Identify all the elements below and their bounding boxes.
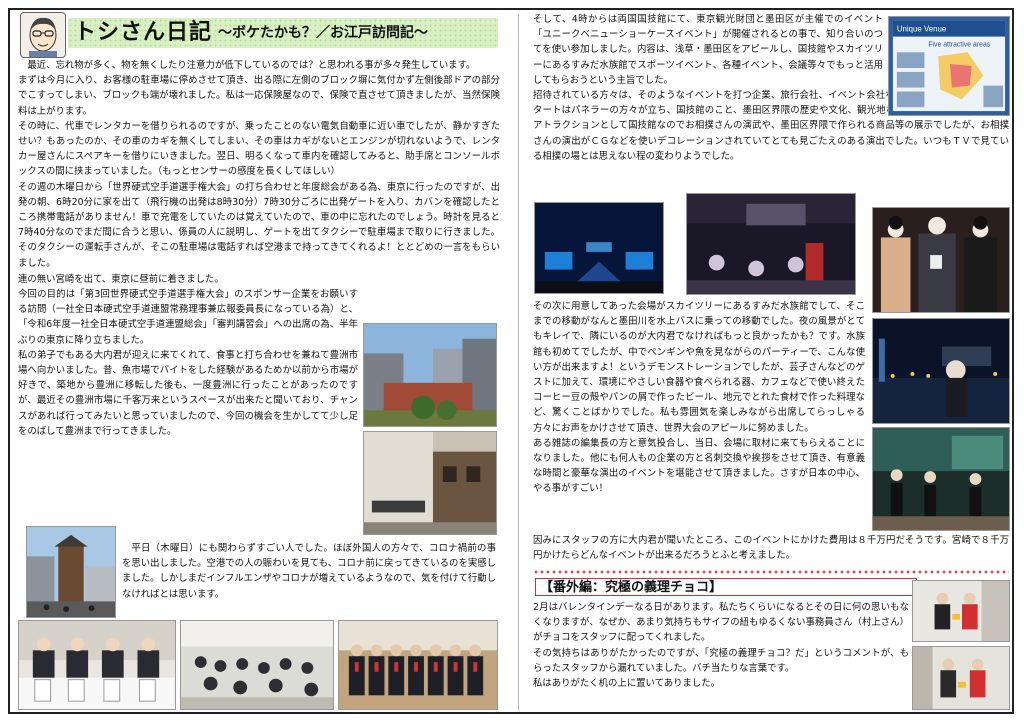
paragraph: ある雑誌の編集長の方と意気投合し、当日、会場に取材に来てもらえることになりました… [533,437,865,495]
paragraph: 私の弟子でもある大内君が迎えに来てくれて、食事と打ち合わせを兼ねて豊洲市場へ向か… [18,349,358,437]
left-tokyo-text: 連の無い宮崎を出て、東京に昼前に着きました。 今回の目的は「第3回世界硬式空手道… [18,272,358,439]
aquarium-performance-photo [872,427,1010,531]
conference-room-photo [180,620,334,710]
bonus-text: 2月はバレンタインデーなる日があります。私たちくらいになるとその日に何の思いもな… [533,600,909,691]
night-river-photo [872,318,1010,424]
tokyo-station-photo [363,323,497,427]
event-hall-photo [686,193,856,295]
paragraph: 因みにスタッフの方に大内君が聞いたところ、このイベントにかけた費用は８千万円だそ… [533,535,1009,562]
right-cost-text: 因みにスタッフの方に大内君が聞いたところ、このイベントにかけた費用は８千万円だそ… [533,533,1009,563]
paragraph: そして、4時からは両国国技館にて、東京観光財団と墨田区が主催でのイベント「ユニー… [533,14,883,86]
right-aquarium-text: その次に用意してあった会場がスカイツリーにあるすみだ水族館でして、そこまでの移動… [533,299,865,497]
paragraph: その気持ちはありがたかったのですが、「究極の義理チョコ？だ」というコメントが、も… [533,647,909,674]
event-poster-photo: Unique Venue Five attractive areas [888,16,1010,116]
left-intro-text: 最近、忘れ物が多く、物を無くしたり注意力が低下しているのでは？と思われる事が多々… [18,58,500,271]
poster-heading: Unique Venue [897,25,947,34]
geisha-guests-photo [872,207,1010,313]
paragraph: その次に用意してあった会場がスカイツリーにあるすみだ水族館でして、そこまでの移動… [533,301,865,434]
paragraph: 2月はバレンタインデーなる日があります。私たちくらいになるとその日に何の思いもな… [533,602,909,644]
poster-subheading: Five attractive areas [928,41,990,48]
group-photo [338,620,498,710]
paragraph: 連の無い宮崎を出て、東京に昼前に着きました。 [18,273,224,285]
chocolate-handout-photo-1 [912,580,1010,642]
paragraph: その時に、代車でレンタカーを借りられるのですが、乗ったことのない電気自動車に近い… [18,120,500,178]
author-portrait-icon [20,12,66,58]
paragraph: その週の木曜日から「世界硬式空手道選手権大会」の打ち合わせと年度総会がある為、東… [18,181,500,269]
paragraph: 平日（木曜日）にも関わらずすごい人でした。ほぼ外国人の方々で、コロナ禍前の事を思… [122,543,496,600]
right-intro-text: そして、4時からは両国国技館にて、東京観光財団と墨田区が主催でのイベント「ユニー… [533,12,883,88]
sumo-stage-photo [534,202,664,294]
paragraph: 最近、忘れ物が多く、物を無くしたり注意力が低下しているのでは？と思われる事が多々… [27,60,476,71]
paragraph: 私はありがたく机の上に置いてありました。 [533,678,720,690]
bonus-section-title: 【番外編：究極の義理チョコ】 [535,578,917,596]
page-title: トシさん日記 [74,20,213,45]
chocolate-handout-photo-2 [912,646,1010,710]
meeting-panel-photo [18,620,176,710]
title-block: トシさん日記 ～ボケたかも？／お江戸訪問記～ [18,12,500,58]
newsletter-page: トシさん日記 ～ボケたかも？／お江戸訪問記～ 最近、忘れ物が多く、物を無くしたり… [8,8,1014,714]
paragraph: まずは今月に入り、お客様の駐車場に停めさせて頂き、出る際に左側のブロック塀に気付… [18,75,500,117]
left-crowd-text: 平日（木曜日）にも関わらずすごい人でした。ほぼ外国人の方々で、コロナ禍前の事を思… [122,541,496,602]
page-subtitle: ～ボケたかも？／お江戸訪問記～ [218,25,428,41]
fire-tower-photo [26,526,116,618]
paragraph: 今回の目的は「第3回世界硬式空手道選手権大会」のスポンサー企業をお願いする訪問（… [18,289,358,346]
toyosu-building-photo [363,431,497,535]
section-divider [533,570,1009,574]
column-divider [518,14,519,710]
